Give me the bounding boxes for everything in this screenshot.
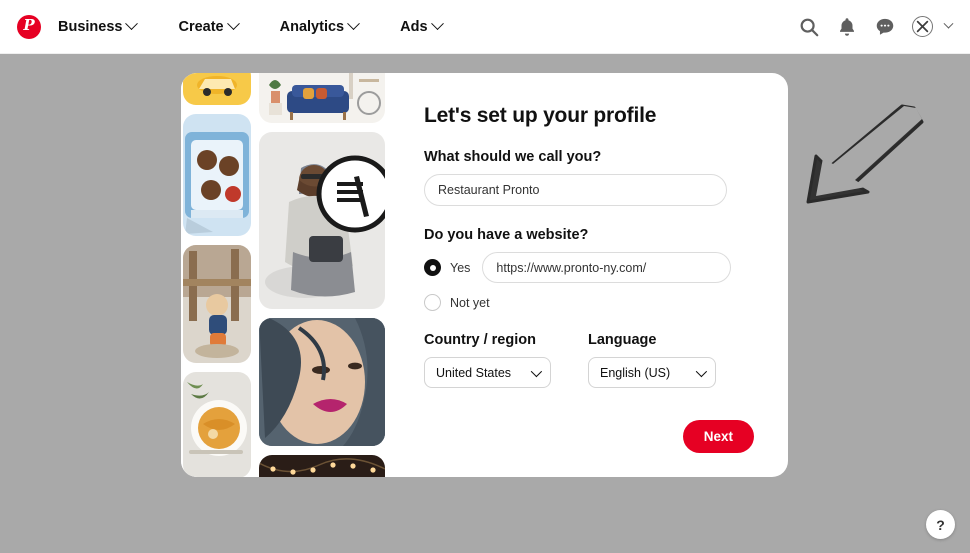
- pinterest-logo-glyph: P: [23, 16, 35, 34]
- collage-image-noodle-bowl: [183, 372, 251, 477]
- header-actions: [798, 16, 954, 38]
- nav-item-create-label: Create: [178, 18, 224, 35]
- chevron-down-icon: [125, 17, 139, 31]
- profile-setup-card: Let's set up your profile What should we…: [181, 73, 788, 477]
- collage-image-string-lights-venue: [259, 455, 385, 477]
- country-field-label: Country / region: [424, 332, 536, 348]
- collage-image-man-with-logo: [259, 132, 385, 309]
- chevron-down-icon: [226, 17, 240, 31]
- nav-item-analytics-label: Analytics: [279, 18, 345, 35]
- pinterest-logo-icon[interactable]: P: [17, 14, 41, 39]
- collage-image-playground: [183, 245, 251, 363]
- nav-item-ads-label: Ads: [400, 18, 428, 35]
- business-name-input[interactable]: Restaurant Pronto: [424, 174, 727, 206]
- help-button[interactable]: ?: [926, 510, 955, 539]
- radio-not-yet-label: Not yet: [450, 295, 490, 310]
- page-title: Let's set up your profile: [424, 104, 657, 127]
- radio-yes[interactable]: [424, 259, 441, 276]
- locale-fields: Country / region United States Language …: [424, 332, 754, 388]
- nav-item-business[interactable]: Business: [52, 15, 142, 39]
- chevron-down-icon: [430, 17, 444, 31]
- next-button[interactable]: Next: [682, 420, 754, 453]
- search-icon[interactable]: [798, 16, 820, 38]
- bell-icon[interactable]: [836, 16, 858, 38]
- language-select-value: English (US): [600, 365, 671, 380]
- country-select-value: United States: [436, 365, 512, 380]
- collage-image-portrait-woman: [259, 318, 385, 446]
- nav-item-create[interactable]: Create: [172, 15, 243, 39]
- language-select[interactable]: English (US): [588, 357, 716, 388]
- nav-item-business-label: Business: [58, 18, 123, 35]
- collage-image-blue-sofa-livingroom: [259, 73, 385, 123]
- website-url-input[interactable]: https://www.pronto-ny.com/: [482, 252, 732, 283]
- collage-image-yellow-toy-car: [183, 73, 251, 105]
- collage-image-food-plate: [183, 114, 251, 236]
- collage-column-left: [183, 73, 251, 477]
- country-select[interactable]: United States: [424, 357, 551, 388]
- website-field-label: Do you have a website?: [424, 227, 589, 243]
- radio-yes-label: Yes: [450, 260, 471, 275]
- image-collage: [181, 73, 386, 477]
- modal-overlay: Let's set up your profile What should we…: [0, 54, 970, 553]
- language-field-label: Language: [588, 332, 657, 348]
- website-notyet-row: Not yet: [424, 294, 754, 311]
- chevron-down-icon: [695, 365, 708, 377]
- chevron-down-icon: [530, 365, 543, 377]
- hand-drawn-arrow-down-left-icon: [798, 98, 928, 208]
- radio-not-yet[interactable]: [424, 294, 441, 311]
- language-field: Language English (US): [588, 332, 716, 388]
- message-bubble-icon[interactable]: [874, 16, 896, 38]
- nav-item-analytics[interactable]: Analytics: [274, 15, 364, 39]
- avatar[interactable]: [912, 16, 933, 37]
- profile-setup-form: Let's set up your profile What should we…: [386, 73, 788, 477]
- chevron-down-icon: [347, 17, 360, 31]
- top-navigation-bar: P Business Create Analytics Ads: [0, 0, 970, 54]
- nav-item-ads[interactable]: Ads: [394, 15, 447, 39]
- account-chevron-down-icon[interactable]: [943, 18, 954, 29]
- website-yes-row: Yes https://www.pronto-ny.com/: [424, 252, 754, 283]
- country-field: Country / region United States: [424, 332, 551, 388]
- app-root: P Business Create Analytics Ads Let's se…: [0, 0, 970, 553]
- avatar-icon: [916, 20, 929, 33]
- collage-column-right: [259, 73, 385, 477]
- name-field-label: What should we call you?: [424, 149, 602, 165]
